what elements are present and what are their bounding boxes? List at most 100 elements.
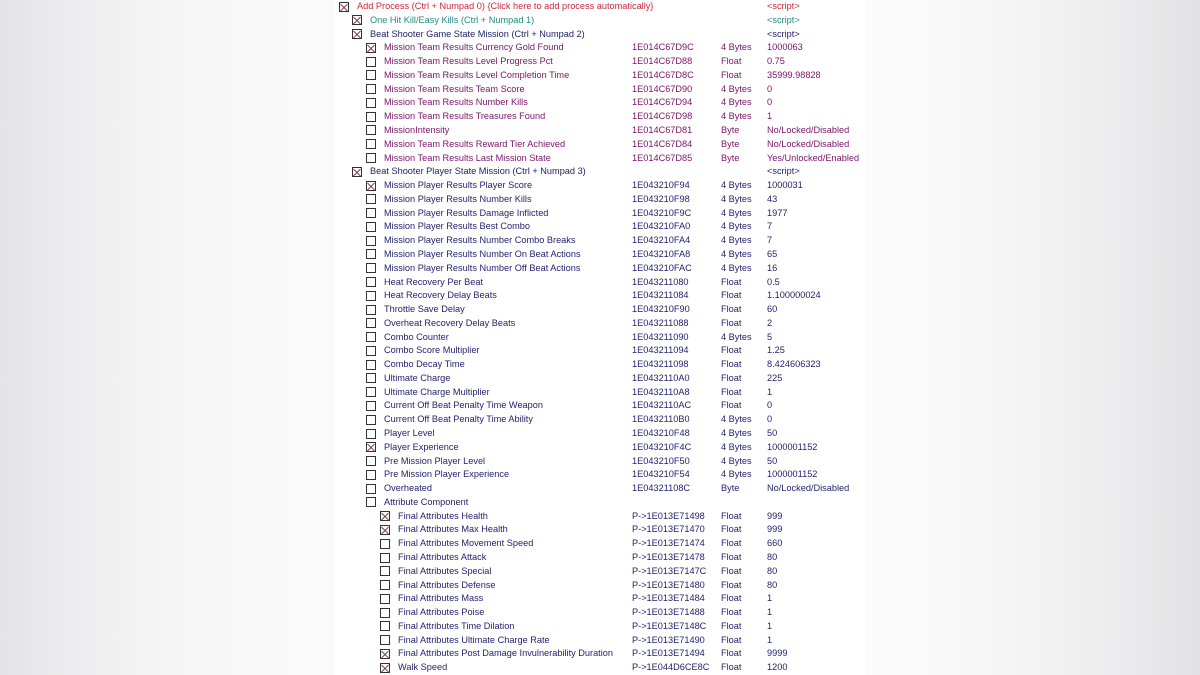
table-row[interactable]: Heat Recovery Delay Beats 1E043211084 Floa… <box>335 289 865 303</box>
value-cell[interactable]: 0.75 <box>767 55 785 69</box>
active-checkbox[interactable] <box>366 359 376 370</box>
value-cell[interactable]: 7 <box>767 220 772 234</box>
active-checkbox[interactable] <box>366 469 376 480</box>
active-checkbox[interactable] <box>366 414 376 425</box>
active-checkbox[interactable] <box>366 84 376 95</box>
table-row[interactable]: Final Attributes Mass P->1E013E71484 Float… <box>335 592 865 606</box>
active-checkbox[interactable] <box>380 566 390 577</box>
value-cell[interactable]: 1 <box>767 606 772 620</box>
value-cell[interactable]: <script> <box>767 165 800 179</box>
table-row[interactable]: Overheated 1E04321108C Byte No/Locked/Disab… <box>335 482 865 496</box>
table-row[interactable]: Final Attributes Poise P->1E013E71488 Floa… <box>335 606 865 620</box>
value-cell[interactable]: 80 <box>767 551 777 565</box>
active-checkbox[interactable] <box>380 648 390 659</box>
active-checkbox[interactable] <box>380 593 390 604</box>
table-row[interactable]: Heat Recovery Per Beat 1E043211080 Float 0.… <box>335 276 865 290</box>
table-row[interactable]: Mission Team Results Treasures Found 1E01… <box>335 110 865 124</box>
active-checkbox[interactable] <box>380 552 390 563</box>
table-row[interactable]: Add Process (Ctrl + Numpad 0) {Click her… <box>335 0 865 14</box>
value-cell[interactable]: 9999 <box>767 647 787 661</box>
table-row[interactable]: Ultimate Charge 1E0432110A0 Float 225 <box>335 372 865 386</box>
value-cell[interactable]: 0 <box>767 413 772 427</box>
active-checkbox[interactable] <box>380 511 390 522</box>
value-cell[interactable]: 0.5 <box>767 276 780 290</box>
active-checkbox[interactable] <box>366 249 376 260</box>
value-cell[interactable]: 35999.98828 <box>767 69 821 83</box>
table-row[interactable]: Beat Shooter Game State Mission (Ctrl + … <box>335 28 865 42</box>
value-cell[interactable]: 8.424606323 <box>767 358 821 372</box>
value-cell[interactable]: 1000001152 <box>767 441 817 455</box>
table-row[interactable]: Pre Mission Player Experience 1E043210F54… <box>335 468 865 482</box>
active-checkbox[interactable] <box>366 277 376 287</box>
table-row[interactable]: Mission Player Results Best Combo 1E04321… <box>335 220 865 234</box>
value-cell[interactable]: 0 <box>767 96 772 110</box>
active-checkbox[interactable] <box>366 180 376 191</box>
active-checkbox[interactable] <box>366 442 376 453</box>
value-cell[interactable]: 1000001152 <box>767 468 817 482</box>
table-row[interactable]: Throttle Save Delay 1E043210F90 Float 60 <box>335 303 865 317</box>
value-cell[interactable]: 1 <box>767 386 772 400</box>
active-checkbox[interactable] <box>339 1 349 12</box>
active-checkbox[interactable] <box>380 524 390 535</box>
table-row[interactable]: Combo Decay Time 1E043211098 Float 8.424606… <box>335 358 865 372</box>
active-checkbox[interactable] <box>366 318 376 329</box>
active-checkbox[interactable] <box>366 153 376 164</box>
table-row[interactable]: Player Level 1E043210F48 4 Bytes 50 <box>335 427 865 441</box>
value-cell[interactable]: 80 <box>767 579 777 593</box>
active-checkbox[interactable] <box>366 304 376 315</box>
table-row[interactable]: Final Attributes Movement Speed P->1E013E… <box>335 537 865 551</box>
active-checkbox[interactable] <box>380 538 390 549</box>
table-row[interactable]: Mission Team Results Number Kills 1E014C6… <box>335 96 865 110</box>
value-cell[interactable]: 16 <box>767 262 777 276</box>
active-checkbox[interactable] <box>366 428 376 439</box>
value-cell[interactable]: 1200 <box>767 661 787 675</box>
value-cell[interactable]: 660 <box>767 537 782 551</box>
table-row[interactable]: Final Attributes Post Damage Invulnerabi… <box>335 647 865 661</box>
active-checkbox[interactable] <box>352 15 362 26</box>
value-cell[interactable]: 65 <box>767 248 777 262</box>
active-checkbox[interactable] <box>366 139 376 150</box>
value-cell[interactable]: <script> <box>767 0 800 14</box>
value-cell[interactable]: 1.25 <box>767 344 785 358</box>
table-row[interactable]: Mission Player Results Number Kills 1E043… <box>335 193 865 207</box>
value-cell[interactable]: 7 <box>767 234 772 248</box>
table-row[interactable]: Final Attributes Health P->1E013E71498 Flo… <box>335 510 865 524</box>
active-checkbox[interactable] <box>366 235 376 246</box>
value-cell[interactable]: 999 <box>767 510 782 524</box>
value-cell[interactable]: <script> <box>767 14 800 28</box>
table-row[interactable]: Final Attributes Attack P->1E013E71478 Flo… <box>335 551 865 565</box>
active-checkbox[interactable] <box>366 70 376 81</box>
table-row[interactable]: Current Off Beat Penalty Time Ability 1E0… <box>335 413 865 427</box>
active-checkbox[interactable] <box>366 263 376 274</box>
active-checkbox[interactable] <box>380 621 390 632</box>
value-cell[interactable]: 1000063 <box>767 41 803 55</box>
active-checkbox[interactable] <box>366 97 376 108</box>
table-row[interactable]: Mission Player Results Number Combo Brea… <box>335 234 865 248</box>
active-checkbox[interactable] <box>352 29 362 40</box>
value-cell[interactable]: Yes/Unlocked/Enabled <box>767 152 859 166</box>
table-row[interactable]: Combo Counter 1E043211090 4 Bytes 5 <box>335 331 865 345</box>
value-cell[interactable]: 1 <box>767 592 772 606</box>
table-row[interactable]: Mission Team Results Currency Gold Found… <box>335 41 865 55</box>
table-row[interactable]: Pre Mission Player Level 1E043210F50 4 Byt… <box>335 455 865 469</box>
table-row[interactable]: Ultimate Charge Multiplier 1E0432110A8 Flo… <box>335 386 865 400</box>
table-row[interactable]: Player Experience 1E043210F4C 4 Bytes 10000… <box>335 441 865 455</box>
active-checkbox[interactable] <box>366 345 376 356</box>
value-cell[interactable]: 50 <box>767 427 777 441</box>
table-row[interactable]: Mission Player Results Damage Inflicted 1… <box>335 207 865 221</box>
active-checkbox[interactable] <box>366 56 376 67</box>
active-checkbox[interactable] <box>366 221 376 232</box>
value-cell[interactable]: 1 <box>767 110 772 124</box>
value-cell[interactable]: 50 <box>767 455 777 469</box>
table-row[interactable]: Mission Team Results Level Completion Ti… <box>335 69 865 83</box>
active-checkbox[interactable] <box>366 42 376 53</box>
active-checkbox[interactable] <box>380 662 390 673</box>
value-cell[interactable]: 5 <box>767 331 772 345</box>
active-checkbox[interactable] <box>366 111 376 122</box>
active-checkbox[interactable] <box>380 635 390 646</box>
table-row[interactable]: Mission Team Results Reward Tier Achieve… <box>335 138 865 152</box>
table-row[interactable]: Mission Team Results Level Progress Pct 1… <box>335 55 865 69</box>
value-cell[interactable]: 0 <box>767 83 772 97</box>
table-row[interactable]: Current Off Beat Penalty Time Weapon 1E04… <box>335 399 865 413</box>
value-cell[interactable]: 1000031 <box>767 179 803 193</box>
